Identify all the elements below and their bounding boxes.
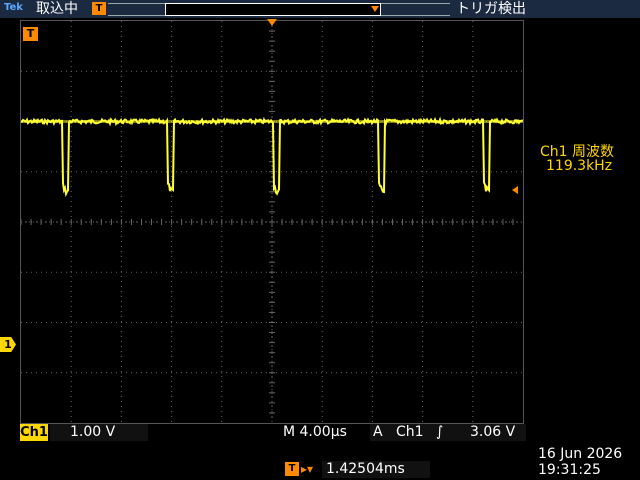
trigger-level-marker-icon bbox=[512, 186, 518, 194]
horizontal-position-icon: T bbox=[285, 462, 299, 476]
record-trigger-pointer-icon bbox=[371, 6, 379, 12]
status-bar: Tek 取込中 T トリガ検出 bbox=[0, 0, 640, 18]
position-arrow-icon: ▸▾ bbox=[301, 462, 314, 476]
rising-slope-icon: ∫ bbox=[436, 424, 444, 440]
horizontal-position-readout: 1.42504ms bbox=[322, 461, 430, 478]
waveform-display bbox=[20, 20, 524, 424]
trigger-point-marker-icon bbox=[267, 19, 277, 26]
ch1-scale-value: 1.00 V bbox=[70, 424, 116, 440]
measurement-value: 119.3kHz bbox=[546, 158, 613, 174]
ch1-scale-readout: 1.00 V bbox=[50, 424, 148, 441]
trigger-position-icon: T bbox=[92, 2, 106, 15]
trigger-source: Ch1 bbox=[396, 424, 424, 440]
time-readout: 19:31:25 bbox=[538, 462, 601, 478]
date-readout: 16 Jun 2026 bbox=[538, 446, 623, 462]
channel-1-label: Ch1 bbox=[20, 424, 48, 441]
ch1-ground-marker: 1 bbox=[0, 337, 16, 352]
timebase-readout: M 4.00µs bbox=[283, 424, 347, 440]
trigger-readout: A Ch1 ∫ 3.06 V bbox=[370, 424, 526, 441]
record-view-window bbox=[165, 3, 381, 16]
trigger-time-marker-icon: T bbox=[23, 27, 38, 41]
trigger-status: トリガ検出 bbox=[456, 1, 526, 17]
acquisition-status: 取込中 bbox=[36, 1, 78, 17]
brand-logo: Tek bbox=[4, 2, 23, 13]
record-length-bar bbox=[108, 3, 450, 16]
trigger-level: 3.06 V bbox=[470, 424, 516, 440]
trigger-mode: A bbox=[373, 424, 383, 440]
graticule bbox=[21, 21, 523, 423]
